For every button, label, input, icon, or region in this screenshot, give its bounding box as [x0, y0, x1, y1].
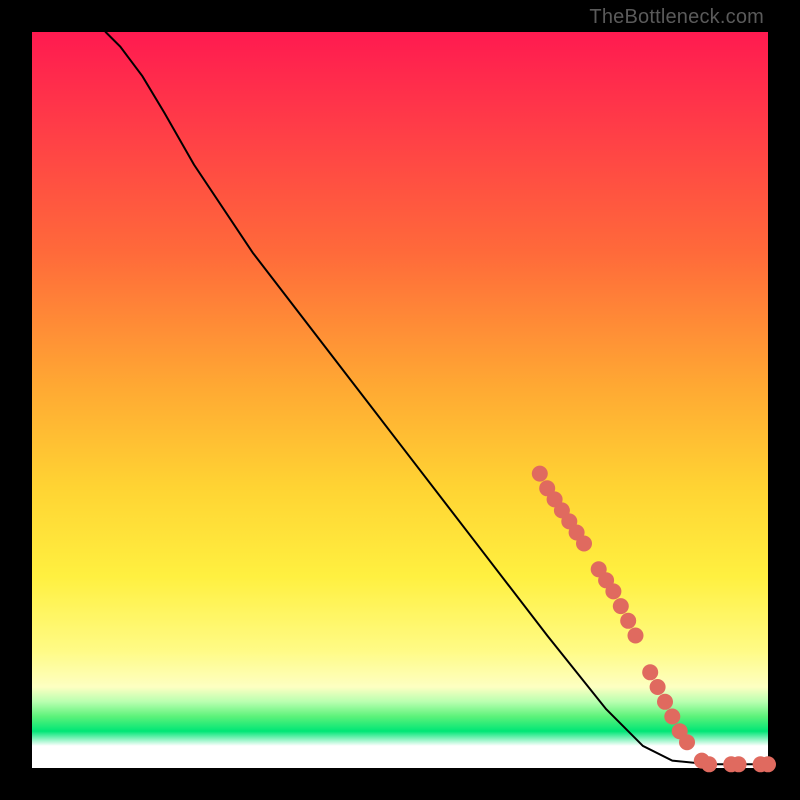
chart-frame: TheBottleneck.com [0, 0, 800, 800]
data-point [657, 694, 673, 710]
data-point [664, 709, 680, 725]
watermark-text: TheBottleneck.com [589, 6, 764, 29]
main-curve [106, 32, 768, 764]
data-point [760, 756, 776, 772]
data-point [731, 756, 747, 772]
data-point [701, 756, 717, 772]
data-point [628, 628, 644, 644]
data-point [650, 679, 666, 695]
data-point [620, 613, 636, 629]
data-point [605, 583, 621, 599]
data-point [613, 598, 629, 614]
data-point [679, 734, 695, 750]
chart-overlay [32, 32, 768, 768]
points-group [532, 466, 776, 773]
data-point [576, 536, 592, 552]
data-point [532, 466, 548, 482]
data-point [642, 664, 658, 680]
